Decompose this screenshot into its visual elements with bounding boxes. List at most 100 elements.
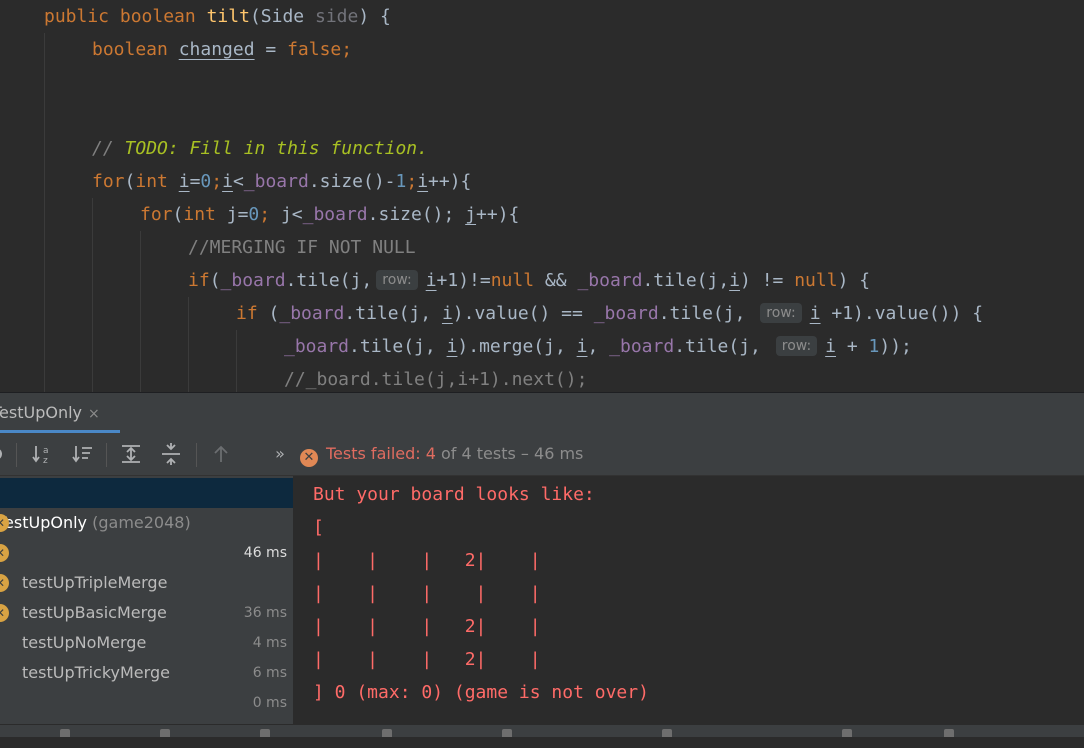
method-name: tilt bbox=[206, 6, 250, 27]
field: _board bbox=[279, 303, 345, 324]
code-token: ( bbox=[257, 303, 280, 324]
toolbar-separator bbox=[106, 443, 107, 467]
svg-text:a: a bbox=[43, 446, 49, 456]
todo-comment: TODO: Fill in this function. bbox=[124, 138, 428, 159]
variable: i bbox=[825, 336, 837, 357]
variable: changed bbox=[178, 39, 255, 60]
comment: // bbox=[92, 138, 125, 159]
variable: i bbox=[576, 336, 588, 357]
keyword: false bbox=[287, 39, 342, 60]
keyword: for bbox=[140, 204, 173, 225]
tree-item-testupbasicmerge[interactable]: ✕ testUpBasicMerge 4 ms bbox=[0, 538, 293, 651]
code-line-changed[interactable]: boolean changed = false; bbox=[92, 33, 352, 66]
keyword: int bbox=[183, 204, 216, 225]
code-editor[interactable]: public boolean tilt(Side side) { boolean… bbox=[0, 0, 1084, 392]
toolbar-separator bbox=[16, 443, 17, 467]
variable: i bbox=[729, 270, 741, 291]
keyword: for bbox=[92, 171, 125, 192]
variable: j bbox=[465, 204, 477, 225]
field: _board bbox=[577, 270, 643, 291]
code-token: = bbox=[237, 204, 249, 225]
test-console-output[interactable]: But your board looks like: [ | | | 2| | … bbox=[293, 476, 1084, 724]
code-token: ) { bbox=[358, 6, 391, 27]
code-line-merge-call[interactable]: _board.tile(j, i).merge(j, i, _board.til… bbox=[284, 330, 912, 363]
console-line: | | | 2| | bbox=[313, 550, 541, 571]
sort-alpha-icon[interactable]: az bbox=[30, 441, 56, 467]
failed-test-icon: ✕ bbox=[0, 604, 9, 622]
code-token: .size()- bbox=[308, 171, 396, 192]
tab-testuponly[interactable]: TestUpOnly × bbox=[0, 393, 116, 430]
close-icon[interactable]: × bbox=[88, 406, 100, 422]
field: _board bbox=[243, 171, 309, 192]
field: _board bbox=[302, 204, 368, 225]
console-line: [ bbox=[313, 517, 324, 538]
tree-item-testuptrickymerge[interactable]: ✕ testUpTrickyMerge 0 ms bbox=[0, 598, 293, 711]
code-token: .tile(j, bbox=[344, 303, 442, 324]
test-duration: 0 ms bbox=[252, 695, 287, 711]
tree-item-testuptriplemerge[interactable]: ✕ testUpTripleMerge 36 ms bbox=[0, 508, 293, 621]
variable: j bbox=[226, 204, 238, 225]
type-name: Side bbox=[260, 6, 305, 27]
keyword: boolean bbox=[92, 39, 168, 60]
parameter-hint: row: bbox=[760, 303, 802, 323]
code-line-if-value-equal[interactable]: if (_board.tile(j, i).value() == _board.… bbox=[236, 297, 983, 330]
code-line-merge-comment[interactable]: //MERGING IF NOT NULL bbox=[188, 231, 416, 264]
run-icon[interactable] bbox=[0, 441, 8, 467]
keyword: boolean bbox=[119, 6, 196, 27]
failed-count: 4 bbox=[425, 444, 436, 463]
code-token: , bbox=[587, 336, 610, 357]
tab-label: TestUpOnly bbox=[0, 403, 83, 422]
number: 0 bbox=[200, 171, 212, 192]
keyword: int bbox=[135, 171, 168, 192]
prev-failed-icon[interactable] bbox=[208, 441, 234, 467]
code-token: ; bbox=[259, 204, 281, 225]
field: _board bbox=[284, 336, 350, 357]
parameter-name: side bbox=[314, 6, 359, 27]
indent-guide bbox=[188, 297, 189, 392]
code-token: ( bbox=[209, 270, 221, 291]
tree-root-testuponly[interactable]: TestUpOnly (game2048) 46 ms bbox=[0, 478, 293, 561]
run-tab-bar: TestUpOnly × bbox=[0, 393, 1084, 433]
code-token: && bbox=[534, 270, 578, 291]
keyword: public bbox=[44, 6, 110, 27]
field: _board bbox=[593, 303, 659, 324]
expand-all-icon[interactable] bbox=[118, 441, 144, 467]
code-token: +1)!= bbox=[436, 270, 491, 291]
code-line-todo[interactable]: // TODO: Fill in this function. bbox=[92, 132, 428, 165]
sort-duration-icon[interactable] bbox=[70, 441, 96, 467]
code-token: ).merge(j, bbox=[457, 336, 577, 357]
overflow-chevron-icon[interactable]: » bbox=[270, 441, 290, 467]
failed-test-icon: ✕ bbox=[0, 574, 9, 592]
code-token: .tile(j, bbox=[349, 336, 447, 357]
code-line-for-j[interactable]: for(int j=0; j<_board.size(); j++){ bbox=[140, 198, 519, 231]
collapse-all-icon[interactable] bbox=[158, 441, 184, 467]
number: 0 bbox=[248, 204, 260, 225]
test-tree: TestUpOnly (game2048) 46 ms ✕ testUpTrip… bbox=[0, 476, 293, 724]
parameter-hint: row: bbox=[775, 336, 818, 356]
code-token: )); bbox=[879, 336, 912, 357]
code-token: .tile(j, bbox=[285, 270, 373, 291]
failed-test-icon: ✕ bbox=[0, 514, 9, 532]
test-name: testUpTrickyMerge bbox=[22, 663, 170, 682]
console-line: | | | 2| | bbox=[313, 616, 541, 637]
code-token: .size(); bbox=[367, 204, 466, 225]
number: 1 bbox=[868, 336, 880, 357]
toolbar-separator bbox=[196, 443, 197, 467]
comment: //_board.tile(j,i+1).next(); bbox=[284, 369, 588, 390]
code-line-for-i[interactable]: for(int i=0;i<_board.size()-1;i++){ bbox=[92, 165, 471, 198]
keyword: if bbox=[188, 270, 210, 291]
code-token: ; bbox=[211, 171, 223, 192]
comment: //MERGING IF NOT NULL bbox=[188, 237, 416, 258]
code-token: +1).value()) { bbox=[820, 303, 984, 324]
code-line-if-not-null[interactable]: if(_board.tile(j, row: i+1)!=null && _boar… bbox=[188, 264, 870, 297]
tree-item-testupnomerge[interactable]: ✕ testUpNoMerge 6 ms bbox=[0, 568, 293, 681]
keyword: null bbox=[490, 270, 535, 291]
indent-guide bbox=[44, 33, 45, 392]
code-token: .tile(j, bbox=[642, 270, 730, 291]
code-line-signature[interactable]: public boolean tilt(Side side) { bbox=[44, 0, 391, 33]
code-token: ( bbox=[124, 171, 136, 192]
code-token: ) != bbox=[740, 270, 795, 291]
test-duration: 4 ms bbox=[252, 635, 287, 651]
code-line-next-comment[interactable]: //_board.tile(j,i+1).next(); bbox=[284, 363, 587, 392]
indent-guide bbox=[92, 198, 93, 392]
